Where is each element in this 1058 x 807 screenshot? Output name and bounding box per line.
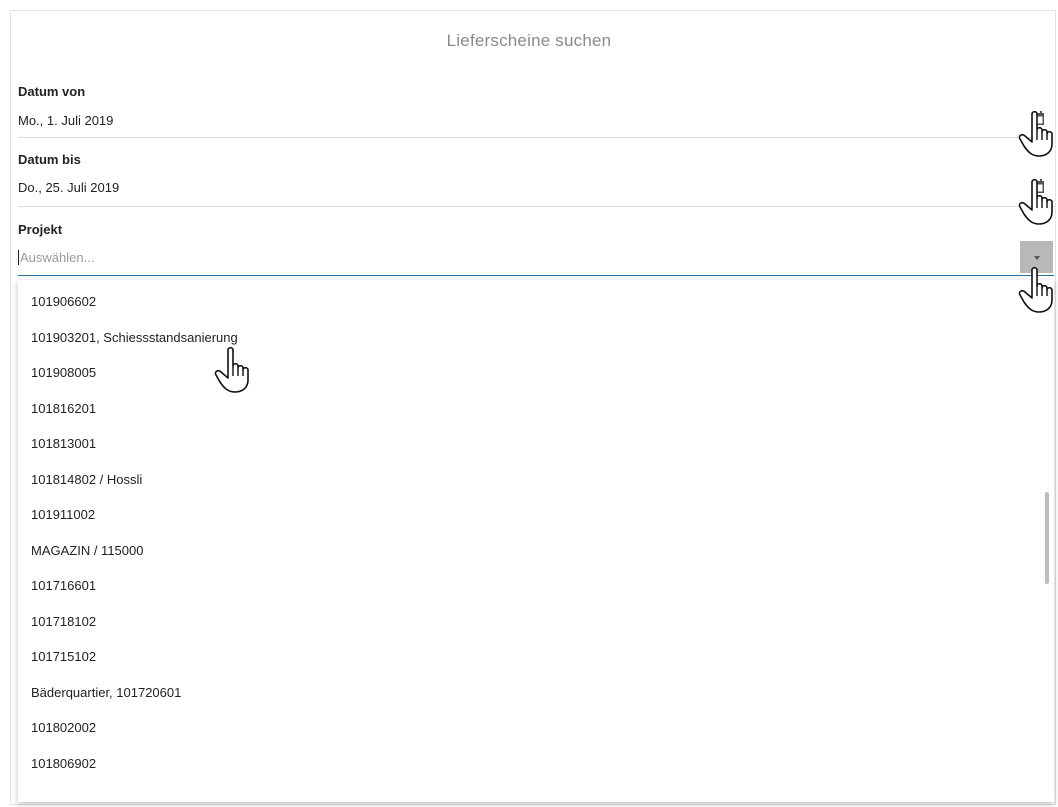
datum-bis-field[interactable]: Do., 25. Juli 2019 [18, 180, 119, 195]
calendar-icon[interactable] [1031, 111, 1045, 126]
datum-bis-underline [18, 206, 1054, 207]
projekt-option[interactable]: 101906602 [31, 292, 96, 312]
projekt-option[interactable]: MAGAZIN / 115000 [31, 541, 143, 561]
projekt-underline [18, 275, 1054, 276]
projekt-dropdown-button[interactable] [1020, 241, 1053, 273]
projekt-option[interactable]: 101716601 [31, 576, 96, 596]
projekt-option[interactable]: 101802002 [31, 718, 96, 738]
projekt-options-list[interactable]: 101906602 101903201, Schiessstandsanierun… [18, 280, 1054, 802]
projekt-option[interactable]: 101816201 [31, 399, 96, 419]
scrollbar-thumb[interactable] [1045, 492, 1049, 584]
page-title: Lieferscheine suchen [446, 31, 612, 50]
projekt-option[interactable]: 101813001 [31, 434, 96, 454]
chevron-down-icon [1034, 256, 1040, 260]
projekt-option[interactable]: 101806902 [31, 754, 96, 774]
projekt-option[interactable]: 101718102 [31, 612, 96, 632]
projekt-option[interactable]: 101814802 / Hossli [31, 470, 142, 490]
datum-bis-label: Datum bis [18, 152, 81, 167]
projekt-label: Projekt [18, 222, 63, 237]
projekt-option[interactable]: 101911002 [31, 505, 95, 525]
projekt-option[interactable]: 101908005 [31, 363, 96, 383]
projekt-input[interactable]: Auswählen... [18, 250, 94, 265]
datum-von-underline [18, 137, 1054, 138]
calendar-icon[interactable] [1031, 179, 1045, 194]
projekt-option[interactable]: Bäderquartier, 101720601 [31, 683, 181, 703]
projekt-option[interactable]: 101903201, Schiessstandsanierung [31, 328, 238, 348]
datum-von-field[interactable]: Mo., 1. Juli 2019 [18, 113, 113, 128]
projekt-option[interactable]: 101715102 [31, 647, 96, 667]
projekt-placeholder: Auswählen... [20, 250, 95, 265]
text-caret [18, 250, 19, 265]
datum-von-label: Datum von [18, 84, 86, 99]
